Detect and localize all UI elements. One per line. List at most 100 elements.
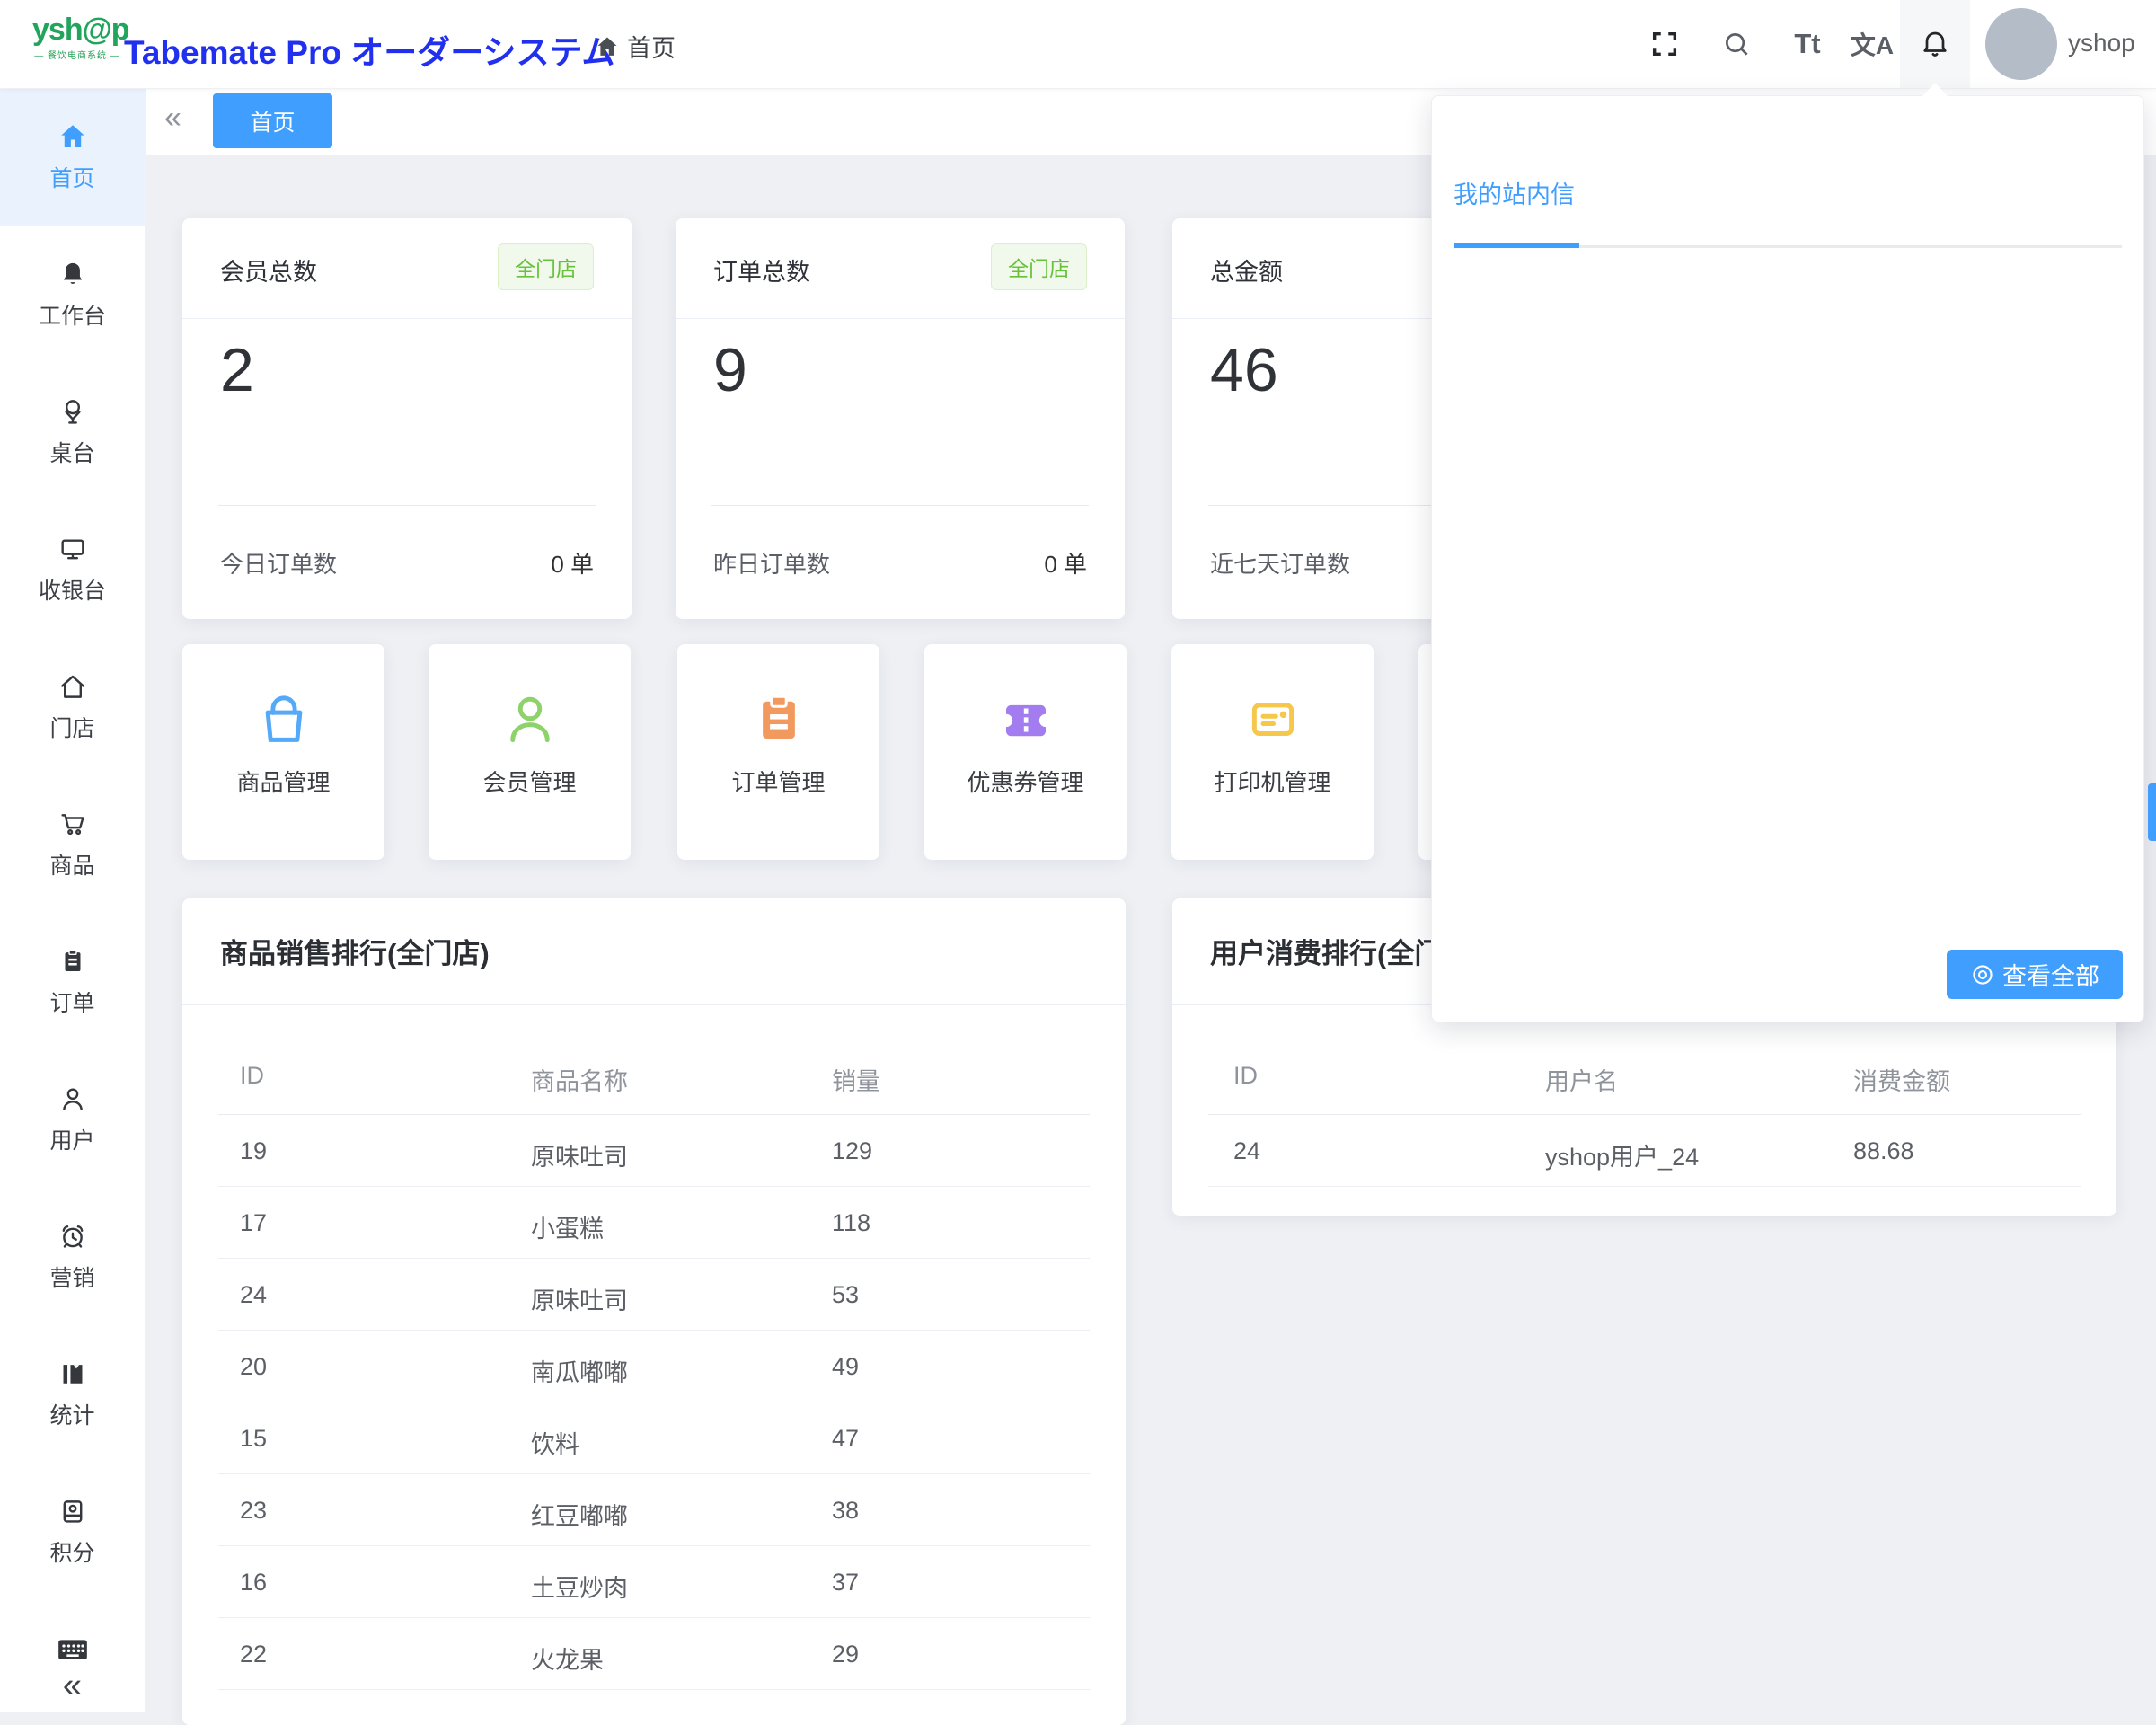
stat-title: 会员总数	[220, 252, 317, 288]
quick-card-label: 商品管理	[236, 765, 330, 798]
sidebar-item-home[interactable]: 首页	[0, 88, 145, 226]
cell-product-name: 土豆炒肉	[531, 1569, 628, 1604]
sidebar-item-label: 首页	[49, 161, 94, 193]
column-header: 销量	[832, 1062, 880, 1097]
cell-amount: 88.68	[1853, 1137, 1914, 1165]
sidebar-item-points[interactable]: 积分	[0, 1463, 145, 1600]
cell-id: 20	[240, 1353, 267, 1381]
cell-username: yshop用户_24	[1545, 1137, 1699, 1172]
sidebar: 首页 工作台 桌台 收银台	[0, 88, 146, 1712]
quick-card-coupon-management[interactable]: 优惠券管理	[924, 644, 1127, 860]
table-row[interactable]: 24 原味吐司 53	[218, 1258, 1090, 1331]
sidebar-item-products[interactable]: 商品	[0, 775, 145, 913]
app-header: ysh@p — 餐饮电商系统 — Tabemate Pro オーダーシステム 首…	[0, 0, 2156, 89]
cell-id: 19	[240, 1137, 267, 1165]
sundae-icon	[57, 396, 88, 427]
cell-product-name: 饮料	[531, 1425, 579, 1460]
table-row[interactable]: 16 土豆炒肉 37	[218, 1545, 1090, 1618]
font-size-button[interactable]: Tt	[1782, 0, 1833, 88]
logo-text: ysh@p	[32, 14, 122, 45]
cell-product-name: 南瓜嘟嘟	[531, 1353, 628, 1388]
product-sales-title: 商品销售排行(全门店)	[220, 931, 490, 971]
sidebar-item-label: 门店	[49, 711, 94, 743]
home-icon	[57, 121, 88, 152]
cell-id: 23	[240, 1497, 267, 1525]
quick-card-order-management[interactable]: 订单管理	[677, 644, 879, 860]
cell-sales: 37	[832, 1569, 859, 1597]
breadcrumb[interactable]: 首页	[595, 29, 676, 64]
quick-card-label: 会员管理	[482, 765, 576, 798]
sidebar-item-workbench[interactable]: 工作台	[0, 226, 145, 363]
store-scope-badge: 全门店	[498, 243, 594, 290]
sidebar-item-cashier[interactable]: 收银台	[0, 500, 145, 638]
sidebar-item-label: 商品	[49, 848, 94, 880]
quick-card-product-management[interactable]: 商品管理	[182, 644, 384, 860]
stat-footer-label: 昨日订单数	[713, 546, 830, 579]
column-header: 用户名	[1545, 1062, 1618, 1097]
sidebar-collapse-button[interactable]: «	[63, 1668, 82, 1703]
cell-id: 24	[1233, 1137, 1260, 1165]
translate-icon: 文A	[1851, 26, 1894, 62]
cell-id: 22	[240, 1641, 267, 1668]
search-icon	[1721, 29, 1752, 59]
table-row[interactable]: 19 原味吐司 129	[218, 1114, 1090, 1187]
table-row[interactable]: 17 小蛋糕 118	[218, 1186, 1090, 1259]
view-all-button[interactable]: 查看全部	[1947, 950, 2123, 999]
stat-value: 2	[220, 335, 254, 405]
quick-card-printer-management[interactable]: 打印机管理	[1171, 644, 1374, 860]
sidebar-item-label: 积分	[49, 1535, 94, 1568]
alarm-clock-icon	[57, 1221, 88, 1252]
logo[interactable]: ysh@p — 餐饮电商系统 —	[32, 14, 122, 61]
cell-product-name: 原味吐司	[531, 1137, 628, 1172]
member-icon	[500, 686, 560, 752]
sidebar-item-marketing[interactable]: 营销	[0, 1188, 145, 1325]
divider	[711, 505, 1089, 506]
column-header: ID	[1233, 1062, 1258, 1090]
stat-value: 46	[1210, 335, 1278, 405]
cell-sales: 38	[832, 1497, 859, 1525]
tabs-collapse-button[interactable]: «	[164, 101, 181, 136]
keyboard-icon[interactable]	[55, 1635, 91, 1666]
sidebar-item-stores[interactable]: 门店	[0, 638, 145, 775]
home-icon	[595, 34, 620, 59]
stat-footer-label: 近七天订单数	[1210, 546, 1350, 579]
table-row[interactable]: 22 火龙果 29	[218, 1617, 1090, 1690]
cell-product-name: 原味吐司	[531, 1281, 628, 1316]
active-tab-underline	[1454, 243, 1579, 248]
fullscreen-button[interactable]	[1640, 0, 1689, 88]
notifications-button[interactable]	[1900, 0, 1970, 88]
sidebar-item-label: 桌台	[49, 436, 94, 468]
sidebar-item-orders[interactable]: 订单	[0, 913, 145, 1050]
tab-home[interactable]: 首页	[213, 93, 332, 148]
sidebar-item-users[interactable]: 用户	[0, 1050, 145, 1188]
sidebar-item-statistics[interactable]: 统计	[0, 1325, 145, 1463]
username[interactable]: yshop	[2068, 29, 2135, 58]
notification-panel: 我的站内信 查看全部	[1431, 95, 2144, 1022]
table-row[interactable]: 23 红豆嘟嘟 38	[218, 1473, 1090, 1546]
fullscreen-icon	[1649, 29, 1680, 59]
avatar[interactable]	[1985, 8, 2057, 80]
quick-card-member-management[interactable]: 会员管理	[429, 644, 631, 860]
coupon-ticket-icon	[996, 686, 1056, 752]
stat-title: 总金额	[1210, 252, 1283, 288]
cell-sales: 49	[832, 1353, 859, 1381]
cell-product-name: 火龙果	[531, 1641, 604, 1676]
sidebar-item-label: 工作台	[39, 298, 106, 331]
tab-my-messages[interactable]: 我的站内信	[1454, 175, 1575, 210]
stat-card-members: 会员总数 全门店 2 今日订单数 0 单	[182, 218, 632, 619]
table-row[interactable]: 20 南瓜嘟嘟 49	[218, 1330, 1090, 1402]
quick-card-label: 订单管理	[731, 765, 825, 798]
stat-card-header: 会员总数 全门店	[182, 218, 632, 319]
sidebar-item-tables[interactable]: 桌台	[0, 363, 145, 500]
cell-sales: 53	[832, 1281, 859, 1309]
table-row[interactable]: 24 yshop用户_24 88.68	[1208, 1114, 2081, 1187]
breadcrumb-label: 首页	[627, 29, 676, 64]
printer-card-icon	[1243, 686, 1303, 752]
stats-icon	[57, 1358, 88, 1389]
search-button[interactable]	[1712, 0, 1761, 88]
table-row[interactable]: 15 饮料 47	[218, 1402, 1090, 1474]
language-button[interactable]: 文A	[1847, 0, 1897, 88]
divider	[218, 505, 596, 506]
settings-drawer-handle[interactable]	[2148, 783, 2156, 841]
cell-id: 24	[240, 1281, 267, 1309]
